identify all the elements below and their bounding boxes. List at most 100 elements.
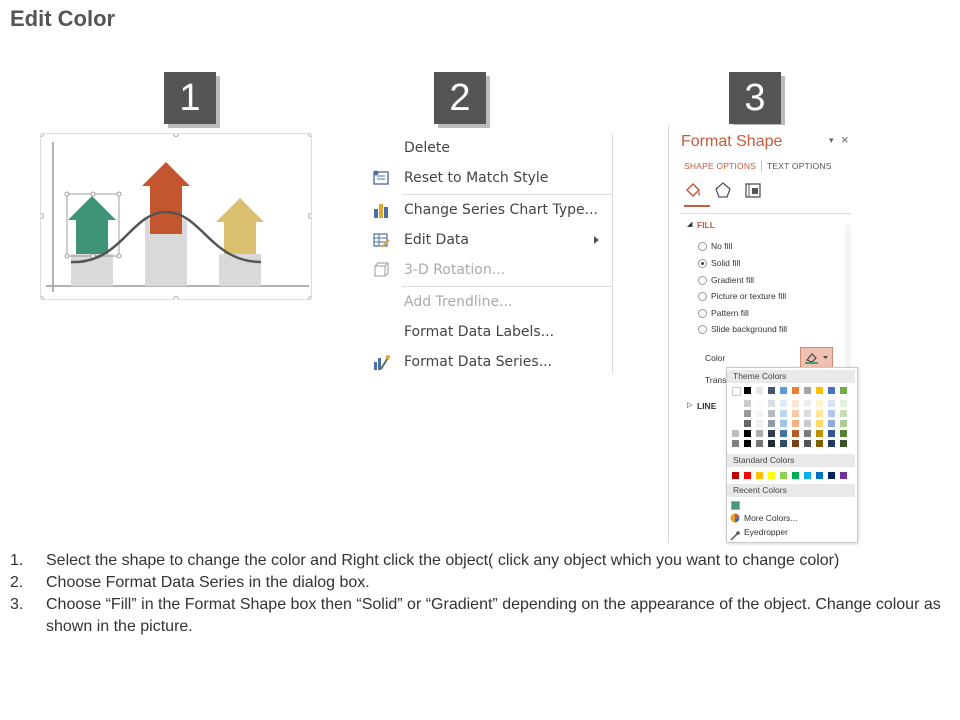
theme-color-swatch[interactable] [816,400,823,407]
theme-color-swatch[interactable] [744,420,751,427]
theme-color-swatch[interactable] [780,410,787,417]
radio-pattern-fill[interactable] [698,309,707,318]
menu-item-edit-data[interactable]: Edit Data [368,228,614,254]
theme-color-swatch[interactable] [804,430,811,437]
theme-color-swatch[interactable] [768,430,775,437]
arrow-chart[interactable] [38,125,314,302]
theme-color-swatch[interactable] [768,400,775,407]
theme-color-swatch[interactable] [744,440,751,447]
effects-icon[interactable] [714,181,732,204]
chart-selection-frame[interactable] [38,125,314,302]
theme-color-swatch[interactable] [840,440,847,447]
theme-color-swatch[interactable] [756,410,763,417]
theme-color-swatch[interactable] [732,400,739,407]
theme-color-swatch[interactable] [828,410,835,417]
theme-color-swatch[interactable] [816,387,823,394]
theme-color-swatch[interactable] [792,440,799,447]
standard-color-swatch[interactable] [792,472,799,479]
theme-color-swatch[interactable] [840,430,847,437]
theme-color-swatch[interactable] [840,420,847,427]
line-section-header[interactable]: LINE [697,401,716,411]
theme-color-swatch[interactable] [828,387,835,394]
standard-color-swatch[interactable] [816,472,823,479]
menu-item-delete[interactable]: Delete [368,136,614,162]
expand-icon[interactable]: ▷ [687,401,692,409]
theme-color-swatch[interactable] [792,430,799,437]
theme-color-swatch[interactable] [780,440,787,447]
standard-color-swatch[interactable] [768,472,775,479]
radio-picture-fill[interactable] [698,292,707,301]
standard-color-swatch[interactable] [732,472,739,479]
theme-color-swatch[interactable] [792,400,799,407]
theme-color-swatch[interactable] [804,410,811,417]
standard-color-swatch[interactable] [744,472,751,479]
theme-color-swatch[interactable] [840,387,847,394]
theme-color-swatch[interactable] [768,440,775,447]
theme-color-swatch[interactable] [804,420,811,427]
collapse-icon[interactable]: ◢ [687,220,692,228]
tab-text-options[interactable]: TEXT OPTIONS [767,161,832,171]
theme-color-swatch[interactable] [816,420,823,427]
theme-color-swatch[interactable] [804,440,811,447]
theme-color-swatch[interactable] [732,387,741,396]
fill-section-header[interactable]: FILL [697,220,715,230]
theme-color-swatch[interactable] [780,430,787,437]
theme-color-swatch[interactable] [732,420,739,427]
theme-color-swatch[interactable] [732,440,739,447]
theme-color-swatch[interactable] [744,400,751,407]
recent-color-swatch[interactable] [731,501,740,510]
standard-color-swatch[interactable] [840,472,847,479]
theme-color-swatch[interactable] [792,387,799,394]
theme-color-swatch[interactable] [816,410,823,417]
theme-color-swatch[interactable] [756,400,763,407]
standard-color-swatch[interactable] [756,472,763,479]
radio-solid-fill[interactable] [698,259,707,268]
color-picker-button[interactable] [800,347,833,368]
menu-item-reset-style[interactable]: Reset to Match Style [368,166,614,192]
standard-color-swatch[interactable] [828,472,835,479]
theme-color-swatch[interactable] [768,420,775,427]
theme-color-swatch[interactable] [780,387,787,394]
theme-color-swatch[interactable] [804,387,811,394]
theme-color-swatch[interactable] [816,430,823,437]
theme-color-swatch[interactable] [804,400,811,407]
theme-color-swatch[interactable] [756,387,763,394]
standard-color-swatch[interactable] [780,472,787,479]
theme-color-swatch[interactable] [828,400,835,407]
size-properties-icon[interactable] [744,181,762,204]
theme-color-swatch[interactable] [744,430,751,437]
menu-item-change-chart-type[interactable]: Change Series Chart Type... [368,198,614,224]
theme-color-swatch[interactable] [828,420,835,427]
radio-gradient-fill[interactable] [698,276,707,285]
radio-no-fill[interactable] [698,242,707,251]
theme-color-swatch[interactable] [840,410,847,417]
theme-color-swatch[interactable] [732,410,739,417]
theme-color-swatch[interactable] [744,387,751,394]
pane-options-icon[interactable]: ▾ [829,135,834,146]
theme-color-swatch[interactable] [768,387,775,394]
theme-color-swatch[interactable] [840,400,847,407]
fill-line-icon[interactable] [684,181,702,204]
tab-shape-options[interactable]: SHAPE OPTIONS [684,161,756,171]
theme-color-swatch[interactable] [828,430,835,437]
theme-color-swatch[interactable] [732,430,739,437]
radio-slide-background-fill[interactable] [698,325,707,334]
menu-item-format-data-labels[interactable]: Format Data Labels... [368,320,614,346]
theme-color-swatch[interactable] [780,400,787,407]
eyedropper-option[interactable]: Eyedropper [744,527,788,537]
theme-color-swatch[interactable] [744,410,751,417]
theme-color-swatch[interactable] [780,420,787,427]
theme-color-swatch[interactable] [828,440,835,447]
close-icon[interactable]: × [841,132,849,147]
theme-color-swatch[interactable] [792,410,799,417]
menu-item-format-data-series[interactable]: Format Data Series... [368,350,614,376]
theme-color-swatch[interactable] [816,440,823,447]
standard-color-swatch[interactable] [804,472,811,479]
more-colors-option[interactable]: More Colors... [744,513,797,523]
theme-color-swatch[interactable] [768,410,775,417]
menu-item-label: Add Trendline... [404,294,513,310]
theme-color-swatch[interactable] [756,420,763,427]
theme-color-swatch[interactable] [756,440,763,447]
theme-color-swatch[interactable] [792,420,799,427]
theme-color-swatch[interactable] [756,430,763,437]
